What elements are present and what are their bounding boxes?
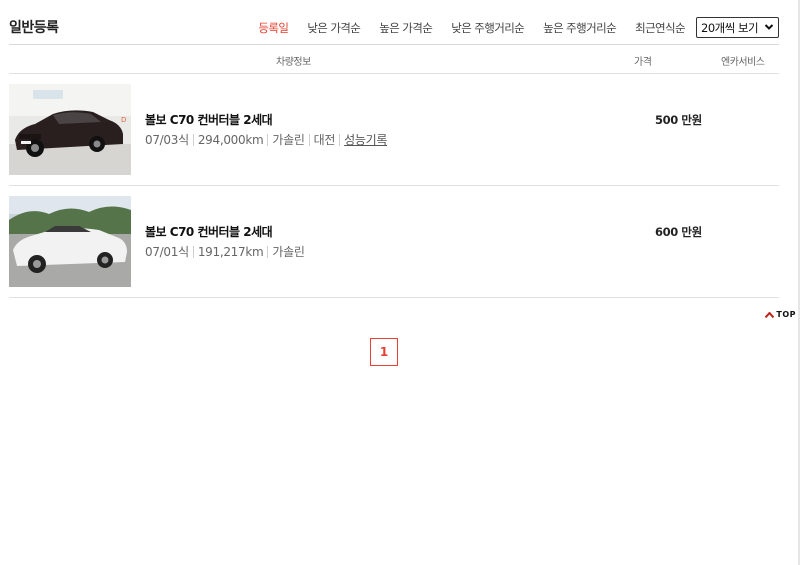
car-year: 07/01식 bbox=[145, 245, 189, 259]
divider bbox=[339, 133, 341, 146]
divider bbox=[267, 133, 269, 146]
divider bbox=[192, 245, 194, 258]
car-photo-image bbox=[9, 196, 131, 287]
divider bbox=[267, 245, 269, 258]
car-year: 07/03식 bbox=[145, 133, 189, 147]
sort-mileage-low[interactable]: 낮은 주행거리순 bbox=[451, 20, 525, 36]
car-price: 500 만원 bbox=[655, 113, 702, 127]
sort-mileage-high[interactable]: 높은 주행거리순 bbox=[543, 20, 617, 36]
per-page-select[interactable]: 20개씩 보기 bbox=[696, 17, 779, 38]
column-vehicle-info: 차량정보 bbox=[276, 57, 311, 68]
car-specs: 07/03식 294,000km 가솔린 대전 성능기록 bbox=[145, 131, 387, 148]
car-thumbnail[interactable] bbox=[9, 196, 131, 287]
car-mileage: 191,217km bbox=[197, 244, 264, 259]
divider bbox=[308, 133, 310, 146]
car-price: 600 만원 bbox=[655, 225, 702, 239]
car-region: 대전 bbox=[313, 133, 336, 147]
sort-by-date[interactable]: 등록일 bbox=[258, 20, 289, 36]
svg-text:D: D bbox=[121, 116, 126, 124]
column-header: 차량정보 가격 엔카서비스 bbox=[9, 45, 779, 74]
listing-panel: 일반등록 등록일 낮은 가격순 높은 가격순 낮은 주행거리순 높은 주행거리순… bbox=[9, 0, 779, 298]
sort-price-low[interactable]: 낮은 가격순 bbox=[307, 20, 361, 36]
car-name[interactable]: 볼보 C70 컨버터블 2세대 bbox=[145, 111, 273, 128]
car-photo-image: D bbox=[9, 84, 131, 175]
divider bbox=[192, 133, 194, 146]
sort-options: 등록일 낮은 가격순 높은 가격순 낮은 주행거리순 높은 주행거리순 최근연식… bbox=[239, 20, 685, 36]
section-title: 일반등록 bbox=[9, 20, 59, 36]
column-price: 가격 bbox=[634, 57, 652, 68]
listing-row[interactable]: D 볼보 C70 컨버터블 2세대 07/03식 294,000km 가솔린 대… bbox=[9, 74, 779, 186]
chevron-down-icon bbox=[764, 24, 774, 30]
sort-year-recent[interactable]: 최근연식순 bbox=[635, 20, 686, 36]
per-page-value: 20개씩 보기 bbox=[701, 20, 759, 35]
scroll-to-top-button[interactable]: TOP bbox=[765, 310, 796, 319]
car-name[interactable]: 볼보 C70 컨버터블 2세대 bbox=[145, 223, 273, 240]
listing-row[interactable]: 볼보 C70 컨버터블 2세대 07/01식 191,217km 가솔린 600… bbox=[9, 186, 779, 298]
list-header: 일반등록 등록일 낮은 가격순 높은 가격순 낮은 주행거리순 높은 주행거리순… bbox=[9, 0, 779, 45]
performance-record-link[interactable]: 성능기록 bbox=[344, 131, 387, 148]
car-fuel: 가솔린 bbox=[272, 133, 305, 147]
top-label: TOP bbox=[776, 310, 796, 319]
car-fuel: 가솔린 bbox=[272, 245, 305, 259]
page-button-current[interactable]: 1 bbox=[370, 338, 398, 366]
column-encar-service: 엔카서비스 bbox=[721, 57, 765, 68]
sort-price-high[interactable]: 높은 가격순 bbox=[379, 20, 433, 36]
caret-up-icon bbox=[765, 311, 775, 318]
car-thumbnail[interactable]: D bbox=[9, 84, 131, 175]
car-specs: 07/01식 191,217km 가솔린 bbox=[145, 243, 305, 260]
car-mileage: 294,000km bbox=[197, 132, 264, 147]
